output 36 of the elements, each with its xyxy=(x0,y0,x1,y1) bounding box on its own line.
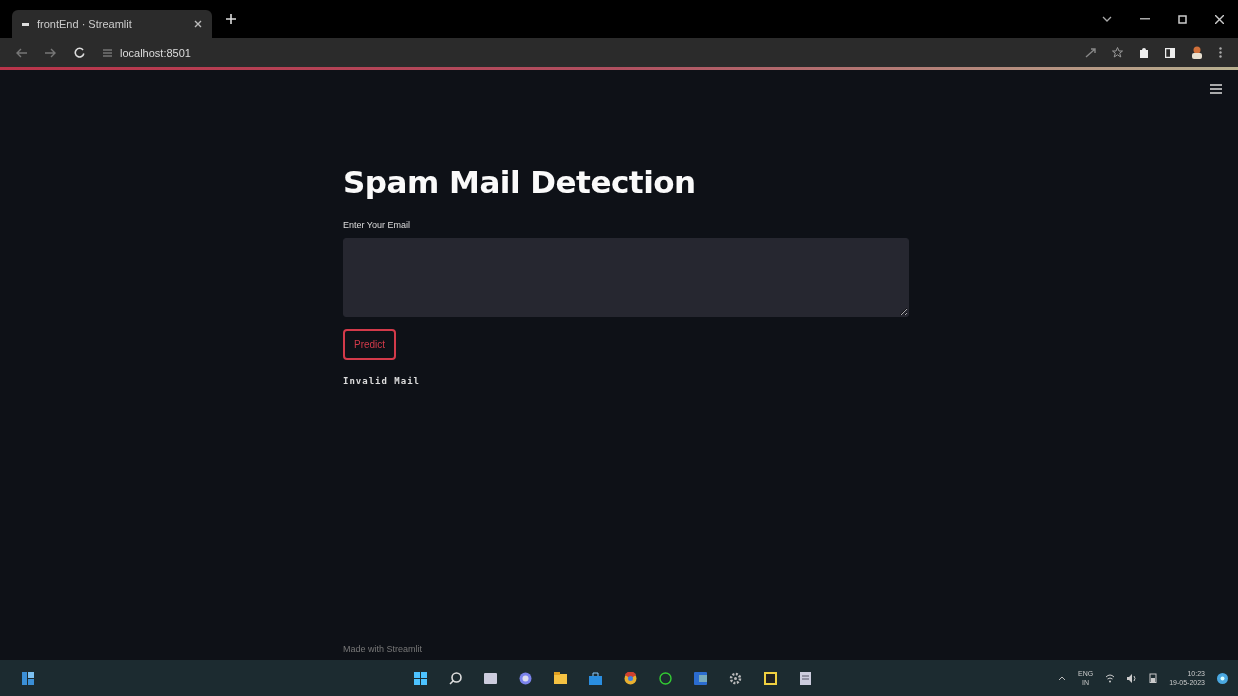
forward-icon[interactable] xyxy=(45,47,56,58)
result-text: Invalid Mail xyxy=(343,376,421,386)
browser-tab[interactable]: frontEnd · Streamlit xyxy=(12,10,212,38)
sidebar-icon[interactable] xyxy=(1165,47,1175,58)
back-icon[interactable] xyxy=(16,47,27,58)
tab-icon xyxy=(22,22,29,26)
page-title: Spam Mail Detection xyxy=(343,164,696,200)
new-tab-icon[interactable] xyxy=(226,14,236,24)
menu-icon[interactable] xyxy=(1210,84,1222,94)
settings-icon[interactable] xyxy=(729,671,742,685)
notification-icon[interactable] xyxy=(1217,672,1228,684)
speaker-icon[interactable] xyxy=(1127,673,1138,683)
minimize-icon[interactable] xyxy=(1140,18,1150,20)
browser-icon[interactable] xyxy=(624,671,637,685)
profile-icon[interactable] xyxy=(1191,46,1203,59)
chevron-up-icon[interactable] xyxy=(1058,675,1066,681)
field-label: Enter Your Email xyxy=(343,220,411,230)
start-icon[interactable] xyxy=(414,671,427,685)
star-icon[interactable] xyxy=(1112,47,1123,58)
battery-icon[interactable] xyxy=(1149,673,1158,683)
close-icon[interactable] xyxy=(1215,14,1224,24)
widgets-icon[interactable] xyxy=(22,671,34,685)
document-icon[interactable] xyxy=(799,671,812,685)
maximize-icon[interactable] xyxy=(1178,14,1187,24)
folder-icon[interactable] xyxy=(554,671,567,685)
reload-icon[interactable] xyxy=(74,47,85,58)
predict-button[interactable]: Predict xyxy=(343,329,397,360)
share-icon[interactable] xyxy=(1085,47,1096,58)
wifi-icon[interactable] xyxy=(1105,673,1116,683)
close-tab-icon[interactable] xyxy=(194,20,202,28)
tab-search-icon[interactable] xyxy=(1102,16,1112,22)
footer-text: Made with Streamlit xyxy=(343,644,423,654)
store-icon[interactable] xyxy=(589,671,602,685)
menu-dots-icon[interactable] xyxy=(1219,47,1222,58)
search-icon[interactable] xyxy=(449,671,462,685)
window-icon[interactable] xyxy=(484,671,497,685)
